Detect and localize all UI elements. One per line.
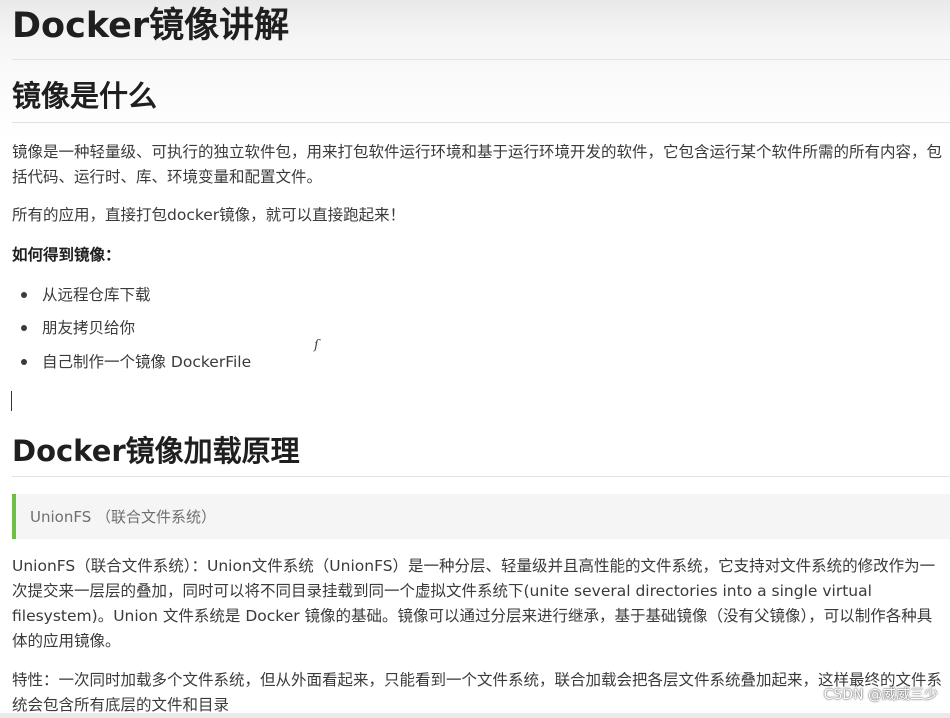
list-item: 朋友拷贝给你 bbox=[42, 319, 136, 337]
text-caret bbox=[11, 391, 12, 411]
watermark: CSDN @威威三少 bbox=[823, 687, 938, 703]
paragraph-apps: 所有的应用，直接打包docker镜像，就可以直接跑起来！ bbox=[12, 206, 406, 224]
mouse-ibeam-cursor-icon: ſ bbox=[314, 338, 319, 353]
paragraph-image-definition: 镜像是一种轻量级、可执行的独立软件包，用来打包软件运行环境和基于运行环境开发的软… bbox=[12, 143, 943, 186]
bullet-icon bbox=[21, 292, 27, 298]
paragraph-unionfs: UnionFS（联合文件系统）：Union文件系统（UnionFS）是一种分层、… bbox=[12, 557, 936, 650]
list-item: 自己制作一个镜像 DockerFile bbox=[42, 353, 252, 371]
section-divider bbox=[12, 476, 950, 477]
blockquote: UnionFS （联合文件系统） bbox=[12, 494, 950, 539]
page-title: Docker镜像讲解 bbox=[12, 6, 290, 46]
bullet-icon bbox=[21, 325, 27, 331]
section-heading-what-is-image: 镜像是什么 bbox=[12, 79, 158, 113]
section-divider bbox=[12, 122, 950, 123]
section-heading-loading-principle: Docker镜像加载原理 bbox=[12, 434, 300, 468]
title-divider bbox=[12, 59, 950, 60]
subheading-how-to-get-image: 如何得到镜像： bbox=[12, 246, 121, 264]
bullet-icon bbox=[21, 359, 27, 365]
paragraph-features: 特性：一次同时加载多个文件系统，但从外面看起来，只能看到一个文件系统，联合加载会… bbox=[12, 671, 943, 714]
list-item: 从远程仓库下载 bbox=[42, 286, 151, 304]
blockquote-text: UnionFS （联合文件系统） bbox=[30, 508, 216, 526]
